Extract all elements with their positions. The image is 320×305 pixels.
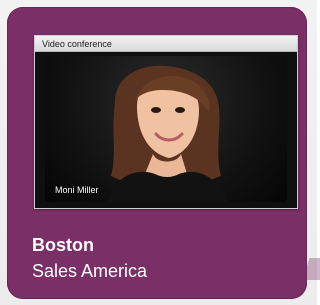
window-titlebar: Video conference (35, 36, 297, 52)
card-subtitle: Sales America (32, 261, 148, 281)
participant-name-tag: Moni Miller (55, 185, 99, 195)
location-card[interactable]: Video conference Moni Miller Boston Sale… (7, 7, 307, 299)
video-feed: Moni Miller (45, 56, 287, 202)
window-title: Video conference (42, 39, 112, 49)
video-conference-window[interactable]: Video conference Moni Miller (34, 35, 298, 209)
participant-video-frame (107, 65, 227, 202)
card-title: Boston (32, 235, 94, 255)
